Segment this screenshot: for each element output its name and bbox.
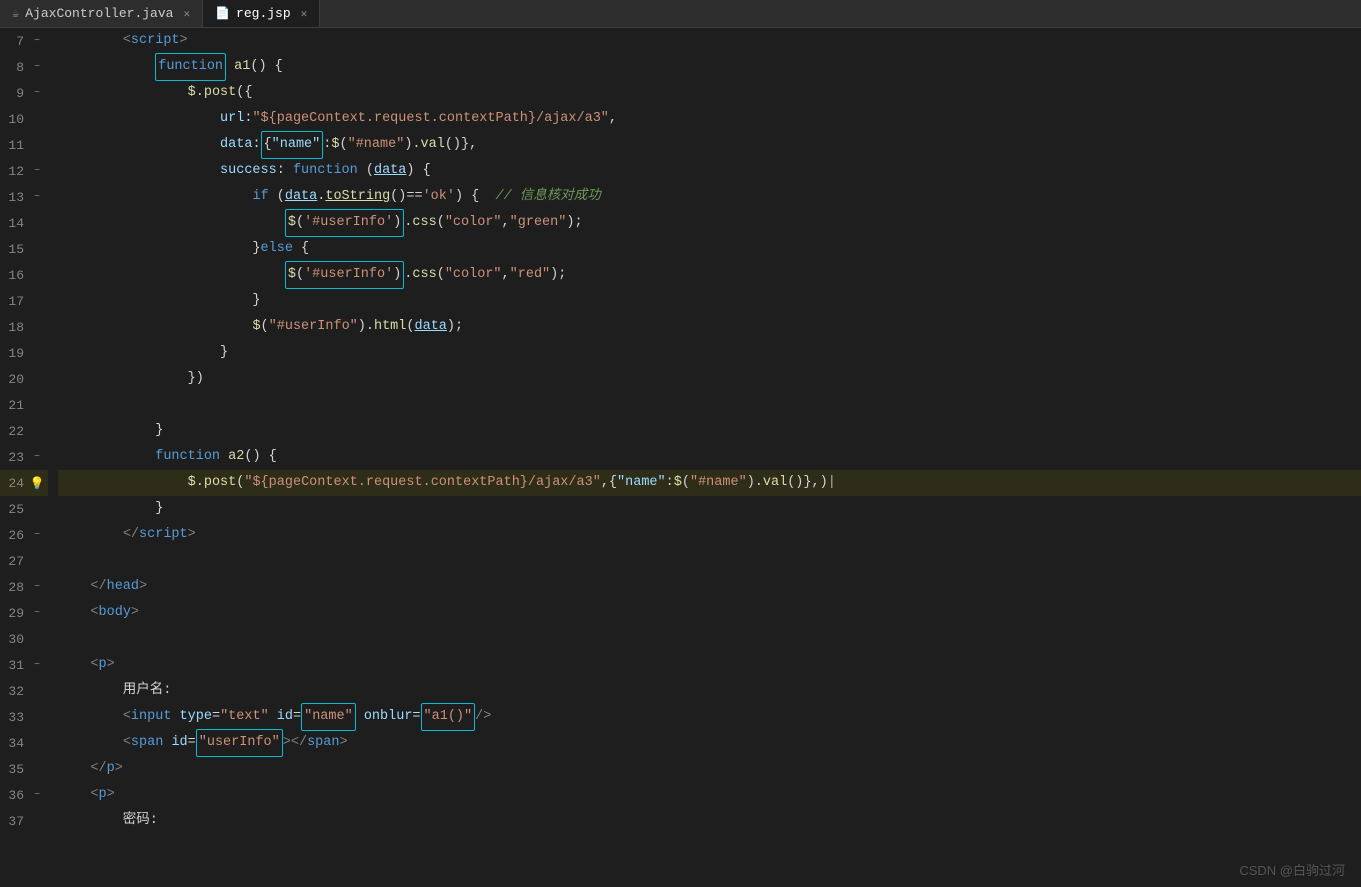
code-line-26: </script>	[58, 522, 1361, 548]
code-line-29: <body>	[58, 600, 1361, 626]
fold-7[interactable]: −	[30, 34, 44, 48]
code-line-28: </head>	[58, 574, 1361, 600]
editor-area: 7− 8− 9− 10 11 12− 13− 14 15 16 17 18 19…	[0, 28, 1361, 887]
fold-9[interactable]: −	[30, 86, 44, 100]
code-line-37: 密码:	[58, 808, 1361, 834]
warning-icon-24: 💡	[30, 476, 44, 490]
code-line-16: $('#userInfo').css("color","red");	[58, 262, 1361, 288]
code-line-36: <p>	[58, 782, 1361, 808]
code-line-23: function a2() {	[58, 444, 1361, 470]
fold-28[interactable]: −	[30, 580, 44, 594]
code-line-17: }	[58, 288, 1361, 314]
code-line-15: }else {	[58, 236, 1361, 262]
tab-close-regjsp[interactable]: ✕	[301, 7, 308, 21]
fold-31[interactable]: −	[30, 658, 44, 672]
fold-12[interactable]: −	[30, 164, 44, 178]
fold-29[interactable]: −	[30, 606, 44, 620]
tab-label-ajaxcontroller: AjaxController.java	[25, 6, 173, 21]
code-line-32: 用户名:	[58, 678, 1361, 704]
code-line-14: $('#userInfo').css("color","green");	[58, 210, 1361, 236]
code-line-24: $.post("${pageContext.request.contextPat…	[58, 470, 1361, 496]
tab-bar: ☕ AjaxController.java ✕ 📄 reg.jsp ✕	[0, 0, 1361, 28]
tab-label-regjsp: reg.jsp	[236, 6, 291, 21]
code-line-10: url:"${pageContext.request.contextPath}/…	[58, 106, 1361, 132]
code-line-11: data:{"name":$("#name").val()},	[58, 132, 1361, 158]
jsp-icon: 📄	[215, 6, 230, 21]
code-line-30	[58, 626, 1361, 652]
code-line-18: $("#userInfo").html(data);	[58, 314, 1361, 340]
code-line-7: <script>	[58, 28, 1361, 54]
fold-36[interactable]: −	[30, 788, 44, 802]
code-area[interactable]: <script> function a1() { $.post({ url:"$…	[48, 28, 1361, 887]
code-line-21	[58, 392, 1361, 418]
fold-13[interactable]: −	[30, 190, 44, 204]
fold-23[interactable]: −	[30, 450, 44, 464]
code-line-25: }	[58, 496, 1361, 522]
code-line-12: success: function (data) {	[58, 158, 1361, 184]
tab-ajaxcontroller[interactable]: ☕ AjaxController.java ✕	[0, 0, 203, 27]
line-numbers: 7− 8− 9− 10 11 12− 13− 14 15 16 17 18 19…	[0, 28, 48, 887]
code-line-22: }	[58, 418, 1361, 444]
code-line-35: </p>	[58, 756, 1361, 782]
code-line-13: if (data.toString()=='ok') { // 信息核对成功	[58, 184, 1361, 210]
code-line-34: <span id="userInfo"></span>	[58, 730, 1361, 756]
tab-regjsp[interactable]: 📄 reg.jsp ✕	[203, 0, 320, 27]
code-line-8: function a1() {	[58, 54, 1361, 80]
code-line-19: }	[58, 340, 1361, 366]
fold-8[interactable]: −	[30, 60, 44, 74]
watermark: CSDN @白驹过河	[1239, 860, 1345, 879]
code-line-31: <p>	[58, 652, 1361, 678]
code-line-9: $.post({	[58, 80, 1361, 106]
code-line-20: })	[58, 366, 1361, 392]
fold-26[interactable]: −	[30, 528, 44, 542]
java-icon: ☕	[12, 6, 19, 21]
code-line-33: <input type="text" id="name" onblur="a1(…	[58, 704, 1361, 730]
code-line-27	[58, 548, 1361, 574]
tab-close-ajaxcontroller[interactable]: ✕	[183, 7, 190, 21]
